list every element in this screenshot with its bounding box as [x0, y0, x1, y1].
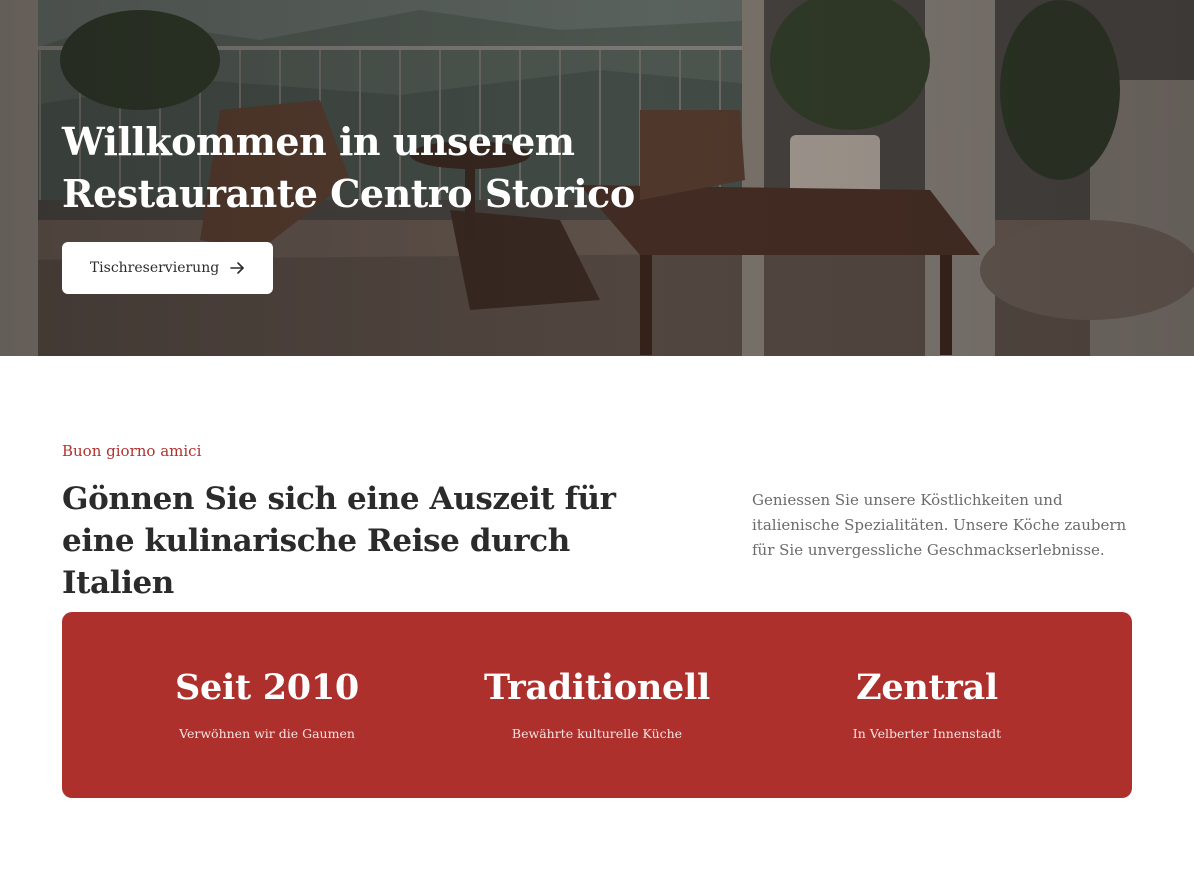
stat-traditional: Traditionell Bewährte kulturelle Küche: [432, 662, 762, 741]
intro-headline: Gönnen Sie sich eine Auszeit für eine ku…: [62, 478, 682, 604]
stat-central: Zentral In Velberter Innenstadt: [762, 662, 1092, 741]
table-reservation-label: Tischreservierung: [89, 260, 220, 276]
hero-title-line1: Willkommen in unserem: [62, 119, 575, 164]
stat-title: Seit 2010: [175, 667, 359, 708]
table-reservation-button[interactable]: Tischreservierung: [62, 242, 273, 294]
intro-description-line2: italienische Spezialitäten. Unsere Köche…: [752, 516, 1127, 534]
hero-section: Willkommen in unserem Restaurante Centro…: [0, 0, 1194, 356]
stat-subtitle: Bewährte kulturelle Küche: [511, 726, 683, 741]
stats-banner: Seit 2010 Verwöhnen wir die Gaumen Tradi…: [62, 612, 1132, 798]
hero-title-line2: Restaurante Centro Storico: [62, 171, 635, 216]
intro-eyebrow: Buon giorno amici: [62, 442, 202, 460]
intro-headline-line1: Gönnen Sie sich eine Auszeit für: [62, 481, 616, 517]
stat-since: Seit 2010 Verwöhnen wir die Gaumen: [102, 662, 432, 741]
stat-subtitle: In Velberter Innenstadt: [852, 726, 1002, 741]
intro-headline-line2: eine kulinarische Reise durch Italien: [62, 523, 570, 601]
stat-subtitle: Verwöhnen wir die Gaumen: [179, 726, 355, 741]
hero-title: Willkommen in unserem Restaurante Centro…: [62, 116, 682, 220]
stat-title: Zentral: [856, 667, 998, 708]
stat-title: Traditionell: [484, 667, 710, 708]
intro-description-line1: Geniessen Sie unsere Köstlichkeiten und: [752, 491, 1063, 509]
arrow-right-icon: [229, 260, 245, 276]
intro-description: Geniessen Sie unsere Köstlichkeiten und …: [752, 488, 1142, 563]
intro-description-line3: für Sie unvergessliche Geschmackserlebni…: [752, 541, 1105, 559]
